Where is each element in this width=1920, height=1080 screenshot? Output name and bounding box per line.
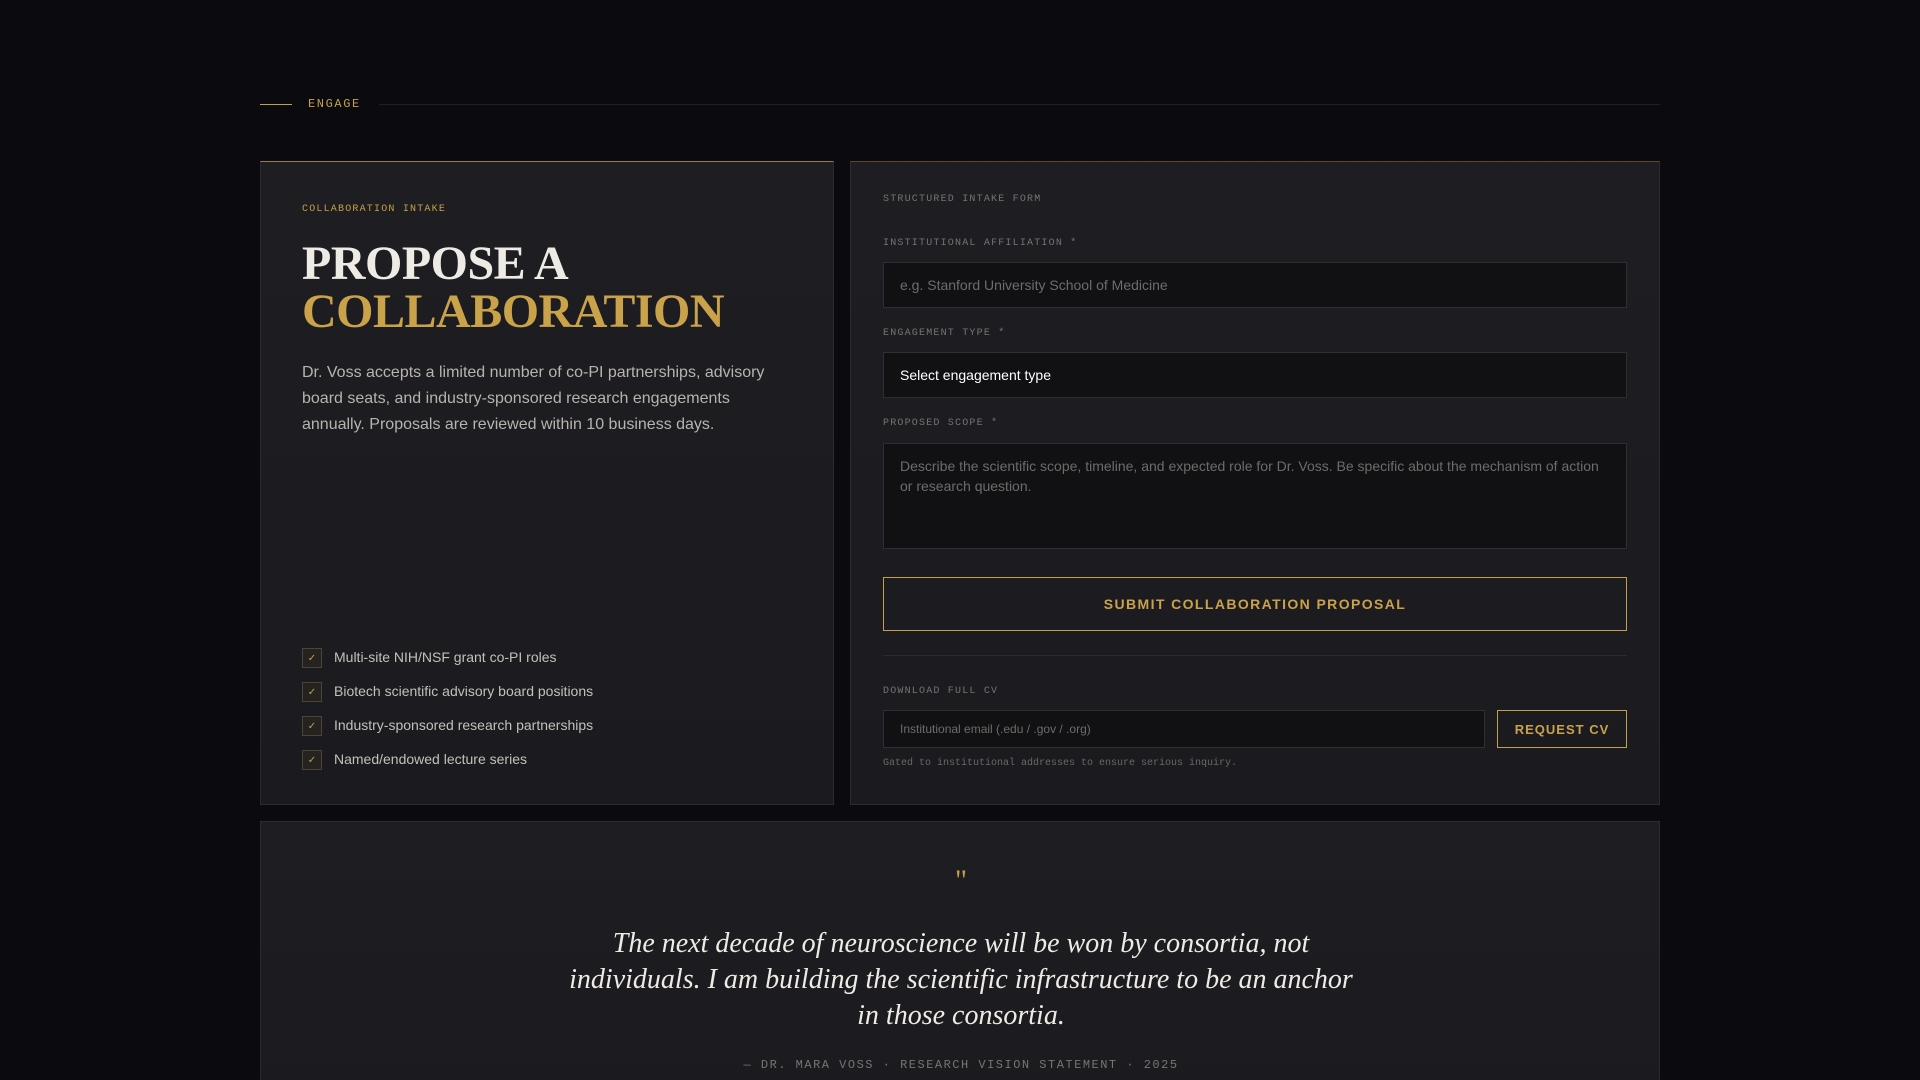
affiliation-input[interactable] bbox=[883, 262, 1627, 308]
engagement-checklist: ✓ Multi-site NIH/NSF grant co-PI roles ✓… bbox=[302, 640, 593, 776]
list-item: ✓ Named/endowed lecture series bbox=[302, 742, 593, 776]
list-item-label: Industry-sponsored research partnerships bbox=[334, 717, 594, 733]
vision-quote: The next decade of neuroscience will be … bbox=[569, 928, 1353, 1031]
affiliation-label: INSTITUTIONAL AFFILIATION * bbox=[883, 238, 1078, 249]
headline-line-1: PROPOSE A bbox=[302, 237, 569, 290]
headline-line-2: COLLABORATION bbox=[302, 285, 725, 338]
check-icon: ✓ bbox=[302, 648, 322, 668]
list-item: ✓ Multi-site NIH/NSF grant co-PI roles bbox=[302, 640, 593, 674]
institutional-email-input[interactable] bbox=[883, 710, 1485, 748]
check-icon: ✓ bbox=[302, 682, 322, 702]
vision-quote-card: " The next decade of neuroscience will b… bbox=[260, 821, 1660, 1080]
proposed-scope-textarea[interactable] bbox=[883, 443, 1627, 549]
intro-paragraph: Dr. Voss accepts a limited number of co-… bbox=[302, 364, 765, 433]
engagement-type-value: Select engagement type bbox=[900, 367, 1051, 383]
download-cv-label: DOWNLOAD FULL CV bbox=[883, 686, 999, 697]
intake-form-card: STRUCTURED INTAKE FORM INSTITUTIONAL AFF… bbox=[850, 161, 1660, 805]
check-icon: ✓ bbox=[302, 750, 322, 770]
header-rule-short bbox=[260, 103, 292, 105]
submit-proposal-button[interactable]: SUBMIT COLLABORATION PROPOSAL bbox=[883, 577, 1627, 631]
engagement-type-label: ENGAGEMENT TYPE * bbox=[883, 328, 1006, 339]
list-item-label: Biotech scientific advisory board positi… bbox=[334, 683, 594, 699]
quote-mark-icon: " bbox=[954, 864, 968, 897]
page-title: PROPOSE A COLLABORATION bbox=[302, 237, 725, 338]
list-item-label: Multi-site NIH/NSF grant co-PI roles bbox=[334, 649, 557, 665]
quote-attribution: — DR. MARA VOSS · RESEARCH VISION STATEM… bbox=[743, 1058, 1179, 1072]
check-icon: ✓ bbox=[302, 716, 322, 736]
collaboration-intro-card: COLLABORATION INTAKE PROPOSE A COLLABORA… bbox=[260, 161, 834, 805]
header-rule-long bbox=[378, 103, 1660, 105]
list-item: ✓ Biotech scientific advisory board posi… bbox=[302, 674, 593, 708]
form-eyebrow: STRUCTURED INTAKE FORM bbox=[883, 194, 1042, 205]
form-divider bbox=[883, 655, 1627, 656]
proposed-scope-label: PROPOSED SCOPE * bbox=[883, 418, 999, 429]
list-item-label: Named/endowed lecture series bbox=[334, 751, 527, 767]
intake-eyebrow: COLLABORATION INTAKE bbox=[302, 204, 447, 215]
list-item: ✓ Industry-sponsored research partnershi… bbox=[302, 708, 593, 742]
section-label: ENGAGE bbox=[308, 97, 361, 111]
cv-gate-note: Gated to institutional addresses to ensu… bbox=[883, 758, 1238, 769]
engagement-type-select[interactable]: Select engagement type bbox=[883, 352, 1627, 398]
request-cv-button[interactable]: REQUEST CV bbox=[1497, 710, 1627, 748]
section-header: ENGAGE bbox=[260, 96, 1660, 112]
